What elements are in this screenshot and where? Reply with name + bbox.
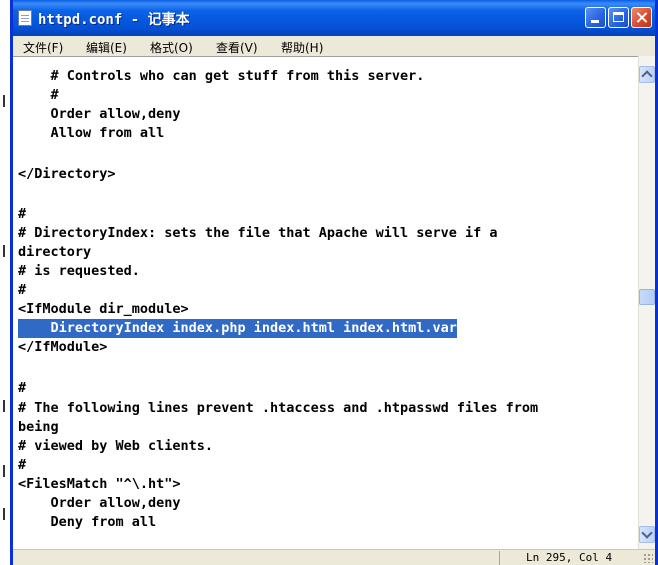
scroll-down-button[interactable] (639, 526, 655, 543)
editor-line[interactable]: # The following lines prevent .htaccess … (18, 399, 538, 418)
close-button[interactable] (631, 7, 652, 28)
scroll-up-button[interactable] (639, 66, 655, 83)
editor-line[interactable]: </Directory> (18, 165, 116, 184)
editor-line[interactable]: # (18, 281, 26, 300)
editor-line[interactable]: <FilesMatch "^\.ht"> (18, 475, 181, 494)
editor-line[interactable]: <IfModule dir_module> (18, 300, 189, 319)
edge-mark (3, 400, 5, 412)
edge-mark (3, 95, 5, 107)
editor-line[interactable]: Order allow,deny (18, 105, 181, 124)
editor-line[interactable]: # Controls who can get stuff from this s… (18, 67, 425, 86)
status-bar: Ln 295, Col 4 (13, 549, 655, 565)
editor-line[interactable]: directory (18, 243, 91, 262)
window-title: httpd.conf - 记事本 (38, 12, 190, 28)
title-bar[interactable]: httpd.conf - 记事本 (13, 0, 655, 36)
editor-line[interactable]: # (18, 379, 26, 398)
editor-line[interactable]: Deny from all (18, 513, 157, 532)
resize-grip-icon[interactable] (643, 553, 653, 563)
editor-line-selected[interactable]: DirectoryIndex index.php index.html inde… (18, 319, 457, 338)
editor-line[interactable]: # (18, 86, 59, 105)
maximize-button[interactable] (608, 7, 629, 28)
menu-file[interactable]: 文件(F) (23, 39, 63, 56)
cursor-position: Ln 295, Col 4 (526, 551, 613, 564)
status-divider (499, 551, 500, 565)
notepad-icon[interactable] (18, 10, 32, 26)
menu-view[interactable]: 查看(V) (216, 39, 258, 56)
edge-mark (3, 245, 5, 257)
desktop-edge (0, 0, 10, 565)
menu-help[interactable]: 帮助(H) (281, 39, 323, 56)
editor-line[interactable]: # is requested. (18, 262, 140, 281)
edge-mark (3, 465, 5, 477)
menu-format[interactable]: 格式(O) (150, 39, 193, 56)
notepad-window: httpd.conf - 记事本 文件(F) 编辑(E) 格式(O) 查看(V)… (10, 0, 658, 565)
editor-line[interactable]: </IfModule> (18, 338, 107, 357)
scroll-thumb[interactable] (639, 289, 655, 305)
editor-line[interactable]: # (18, 456, 26, 475)
editor-line[interactable]: # (18, 205, 26, 224)
menu-bar: 文件(F) 编辑(E) 格式(O) 查看(V) 帮助(H) (13, 36, 655, 56)
editor-line[interactable]: # DirectoryIndex: sets the file that Apa… (18, 224, 498, 243)
text-editor[interactable]: # Controls who can get stuff from this s… (13, 56, 638, 549)
editor-line[interactable]: # viewed by Web clients. (18, 437, 213, 456)
editor-line[interactable]: Allow from all (18, 124, 165, 143)
minimize-button[interactable] (585, 7, 606, 28)
editor-line[interactable]: being (18, 418, 59, 437)
menu-edit[interactable]: 编辑(E) (86, 39, 127, 56)
vertical-scrollbar[interactable] (638, 56, 655, 549)
edge-mark (3, 508, 5, 520)
editor-line[interactable]: Order allow,deny (18, 494, 181, 513)
